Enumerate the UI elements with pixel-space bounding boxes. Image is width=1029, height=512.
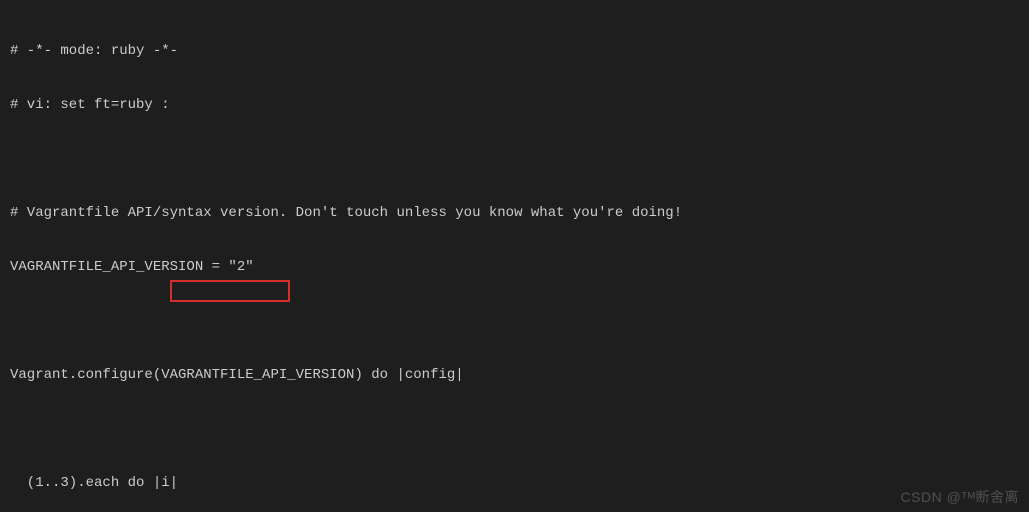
- code-line: # -*- mode: ruby -*-: [10, 42, 1019, 60]
- code-line: # Vagrantfile API/syntax version. Don't …: [10, 204, 1019, 222]
- code-line: [10, 150, 1019, 168]
- code-line: [10, 312, 1019, 330]
- code-editor: # -*- mode: ruby -*- # vi: set ft=ruby :…: [0, 0, 1029, 512]
- code-line: [10, 420, 1019, 438]
- highlight-annotation: [170, 280, 290, 302]
- code-line: VAGRANTFILE_API_VERSION = "2": [10, 258, 1019, 276]
- code-line: (1..3).each do |i|: [10, 474, 1019, 492]
- watermark-label: CSDN @ᵀᴹ断舍离: [901, 488, 1019, 506]
- code-line: Vagrant.configure(VAGRANTFILE_API_VERSIO…: [10, 366, 1019, 384]
- code-line: # vi: set ft=ruby :: [10, 96, 1019, 114]
